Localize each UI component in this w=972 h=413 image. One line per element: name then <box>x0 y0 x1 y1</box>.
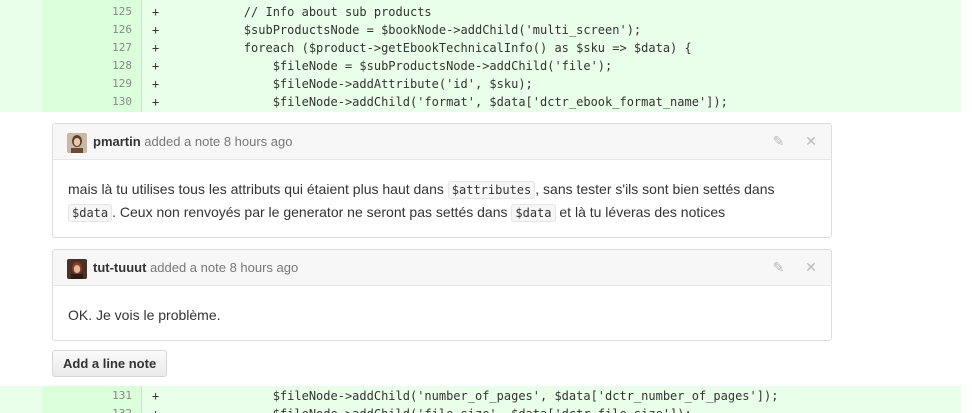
diff-sign: + <box>152 77 160 91</box>
close-icon[interactable]: ✕ <box>803 259 819 275</box>
note-body: mais là tu utilises tous les attributs q… <box>53 160 831 236</box>
code-text: $fileNode->addChild('format', $data['dct… <box>186 95 728 109</box>
inline-code: $attributes <box>447 181 536 199</box>
note-tools: ✎ ✕ <box>759 259 819 277</box>
inline-code: $data <box>68 204 113 222</box>
diff-sign: + <box>152 23 160 37</box>
author-link[interactable]: tut-tuuut <box>93 260 146 275</box>
line-number[interactable]: 131 <box>42 387 132 405</box>
diff-block-bottom: 131 + $fileNode->addChild('number_of_pag… <box>0 386 961 413</box>
note-tools: ✎ ✕ <box>759 133 819 151</box>
line-number[interactable]: 128 <box>42 57 132 75</box>
inline-code: $data <box>511 204 556 222</box>
note-meta: tut-tuuut added a note 8 hours ago <box>93 260 298 275</box>
diff-sign: + <box>152 59 160 73</box>
code-text: $fileNode->addChild('number_of_pages', $… <box>186 389 779 403</box>
note-body: OK. Je vois le problème. <box>53 286 831 338</box>
note-text: . Ceux non renvoyés par le generator ne … <box>112 204 512 220</box>
diff-sign: + <box>152 95 160 109</box>
code-text: $fileNode->addChild('file_size', $data['… <box>186 405 692 413</box>
avatar[interactable] <box>67 259 87 279</box>
diff-sign: + <box>152 405 159 413</box>
close-icon[interactable]: ✕ <box>803 133 819 149</box>
pencil-icon[interactable]: ✎ <box>771 259 787 275</box>
comment-note: tut-tuuut added a note 8 hours ago ✎ ✕ O… <box>52 249 832 341</box>
code-text: // Info about sub products <box>186 5 432 19</box>
line-number[interactable]: 130 <box>42 93 132 111</box>
diff-line: 126 + $subProductsNode = $bookNode->addC… <box>0 21 961 39</box>
diff-line: 131 + $fileNode->addChild('number_of_pag… <box>0 387 961 405</box>
note-action-text: added a note 8 hours ago <box>150 260 299 275</box>
note-header: pmartin added a note 8 hours ago ✎ ✕ <box>53 124 831 160</box>
pencil-icon[interactable]: ✎ <box>771 133 787 149</box>
code-text: $subProductsNode = $bookNode->addChild('… <box>186 23 642 37</box>
add-line-note-button[interactable]: Add a line note <box>52 350 168 377</box>
note-text: mais là tu utilises tous les attributs q… <box>68 181 448 197</box>
code-text: $fileNode->addAttribute('id', $sku); <box>186 77 533 91</box>
author-link[interactable]: pmartin <box>93 134 141 149</box>
line-number[interactable]: 129 <box>42 75 132 93</box>
diff-line: 130 + $fileNode->addChild('format', $dat… <box>0 93 961 111</box>
code-text: foreach ($product->getEbookTechnicalInfo… <box>186 41 692 55</box>
diff-line: 127 + foreach ($product->getEbookTechnic… <box>0 39 961 57</box>
diff-sign: + <box>152 5 160 19</box>
line-number[interactable]: 125 <box>42 3 132 21</box>
diff-block-top: 125 + // Info about sub products 126 + $… <box>0 0 961 112</box>
note-text: OK. Je vois le problème. <box>68 307 221 323</box>
line-number[interactable]: 127 <box>42 39 132 57</box>
note-meta: pmartin added a note 8 hours ago <box>93 134 292 149</box>
diff-line: 125 + // Info about sub products <box>0 3 961 21</box>
line-number[interactable]: 132 <box>42 405 132 413</box>
diff-line: 128 + $fileNode = $subProductsNode->addC… <box>0 57 961 75</box>
diff-sign: + <box>152 41 160 55</box>
code-text: $fileNode = $subProductsNode->addChild('… <box>186 59 613 73</box>
diff-line: 132 + $fileNode->addChild('file_size', $… <box>0 405 961 413</box>
note-text: et là tu léveras des notices <box>555 204 726 220</box>
note-text: , sans tester s'ils sont bien settés dan… <box>535 181 775 197</box>
avatar[interactable] <box>67 133 87 153</box>
note-header: tut-tuuut added a note 8 hours ago ✎ ✕ <box>53 250 831 286</box>
diff-line: 129 + $fileNode->addAttribute('id', $sku… <box>0 75 961 93</box>
diff-sign: + <box>152 389 160 403</box>
note-action-text: added a note 8 hours ago <box>144 134 293 149</box>
line-number[interactable]: 126 <box>42 21 132 39</box>
comment-note: pmartin added a note 8 hours ago ✎ ✕ mai… <box>52 123 832 238</box>
